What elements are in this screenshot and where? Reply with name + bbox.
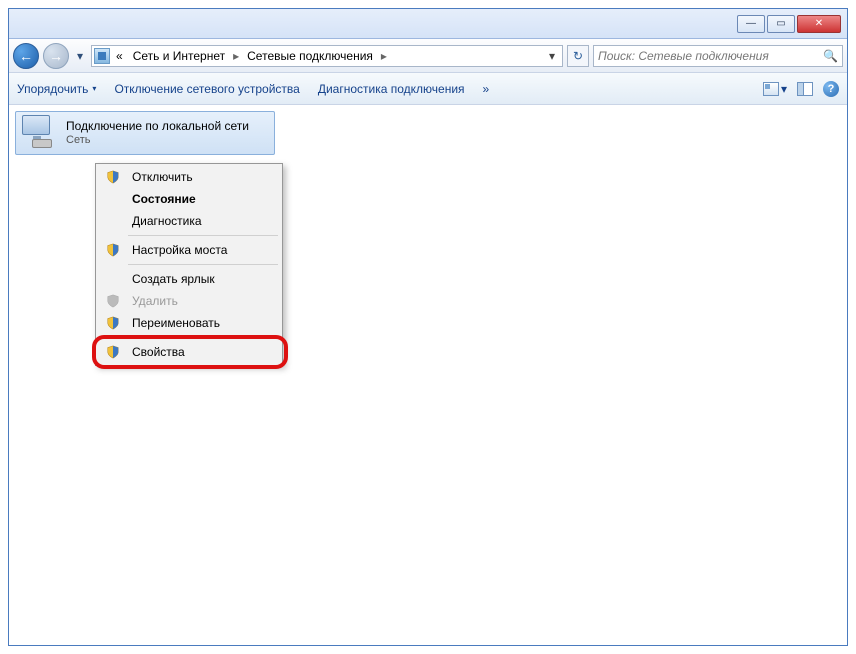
explorer-window: — ▭ ✕ ← → ▾ « Сеть и Интернет ▸ Сетевые … (8, 8, 848, 646)
context-menu: Отключить Состояние Диагностика Настройк… (95, 163, 283, 366)
preview-pane-button[interactable] (797, 82, 813, 96)
address-bar[interactable]: « Сеть и Интернет ▸ Сетевые подключения … (91, 45, 563, 67)
address-dropdown-icon[interactable]: ▾ (544, 49, 560, 63)
organize-button[interactable]: Упорядочить▾ (17, 82, 96, 96)
search-placeholder: Поиск: Сетевые подключения (598, 49, 769, 63)
ctx-diagnostics[interactable]: Диагностика (98, 210, 280, 232)
search-input[interactable]: Поиск: Сетевые подключения 🔍 (593, 45, 843, 67)
back-button[interactable]: ← (13, 43, 39, 69)
breadcrumb-sep-icon[interactable]: ▸ (379, 49, 389, 63)
breadcrumb-prefix: « (112, 49, 127, 63)
ctx-create-shortcut[interactable]: Создать ярлык (98, 268, 280, 290)
ctx-status[interactable]: Состояние (98, 188, 280, 210)
nav-history-dropdown[interactable]: ▾ (73, 45, 87, 67)
ctx-separator (128, 264, 278, 265)
location-icon (94, 48, 110, 64)
disable-device-button[interactable]: Отключение сетевого устройства (114, 82, 299, 96)
forward-button[interactable]: → (43, 43, 69, 69)
nav-bar: ← → ▾ « Сеть и Интернет ▸ Сетевые подклю… (9, 39, 847, 73)
ctx-separator (128, 337, 278, 338)
command-bar: Упорядочить▾ Отключение сетевого устройс… (9, 73, 847, 105)
close-button[interactable]: ✕ (797, 15, 841, 33)
help-button[interactable]: ? (823, 81, 839, 97)
minimize-button[interactable]: — (737, 15, 765, 33)
breadcrumb-sep-icon[interactable]: ▸ (231, 49, 241, 63)
adapter-icon (20, 115, 60, 151)
ctx-properties[interactable]: Свойства (98, 341, 280, 363)
network-connection-item[interactable]: Подключение по локальной сети Сеть (15, 111, 275, 155)
ctx-rename[interactable]: Переименовать (98, 312, 280, 334)
ctx-separator (128, 235, 278, 236)
shield-icon (105, 293, 121, 309)
search-icon[interactable]: 🔍 (823, 49, 838, 63)
breadcrumb-network[interactable]: Сеть и Интернет (129, 49, 229, 63)
refresh-button[interactable]: ↻ (567, 45, 589, 67)
shield-icon (105, 315, 121, 331)
item-title: Подключение по локальной сети (66, 119, 249, 133)
ctx-delete: Удалить (98, 290, 280, 312)
item-subtitle: Сеть (66, 134, 249, 147)
shield-icon (105, 169, 121, 185)
diagnose-connection-button[interactable]: Диагностика подключения (318, 82, 465, 96)
breadcrumb-connections[interactable]: Сетевые подключения (243, 49, 377, 63)
content-area[interactable]: Подключение по локальной сети Сеть Отклю… (9, 105, 847, 645)
toolbar-overflow-button[interactable]: » (483, 82, 490, 96)
shield-icon (105, 344, 121, 360)
title-bar: — ▭ ✕ (9, 9, 847, 39)
view-icon (763, 82, 779, 96)
ctx-bridge[interactable]: Настройка моста (98, 239, 280, 261)
shield-icon (105, 242, 121, 258)
maximize-button[interactable]: ▭ (767, 15, 795, 33)
view-options-button[interactable]: ▾ (763, 82, 787, 96)
ctx-disable[interactable]: Отключить (98, 166, 280, 188)
